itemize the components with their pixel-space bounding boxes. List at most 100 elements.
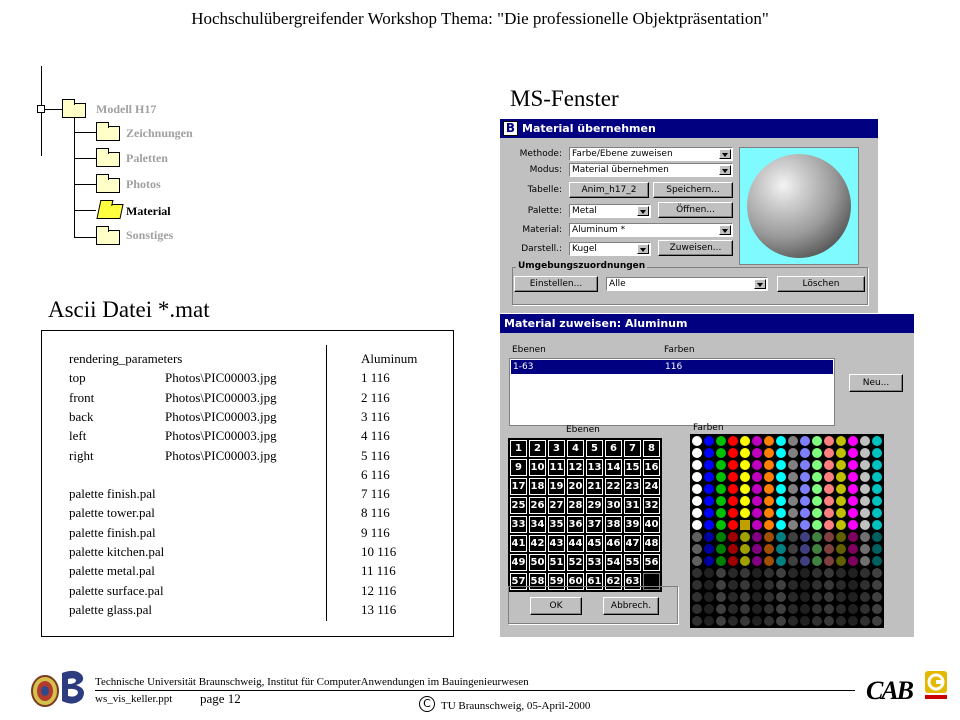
layer-cell[interactable]: 49 <box>510 554 527 571</box>
color-swatch[interactable] <box>704 520 714 530</box>
layer-cell[interactable]: 5 <box>586 440 603 457</box>
color-swatch[interactable] <box>704 460 714 470</box>
color-swatch[interactable] <box>848 520 858 530</box>
tree-expander[interactable] <box>37 105 45 113</box>
color-swatch[interactable] <box>752 484 762 494</box>
modus-dropdown[interactable]: Material übernehmen <box>569 163 733 177</box>
color-swatch[interactable] <box>716 460 726 470</box>
palette-dropdown[interactable]: Metal <box>569 204 651 218</box>
color-swatch[interactable] <box>860 460 870 470</box>
layer-cell[interactable]: 39 <box>624 516 641 533</box>
color-swatch[interactable] <box>752 616 762 626</box>
color-swatch[interactable] <box>800 556 810 566</box>
color-swatch[interactable] <box>812 472 822 482</box>
layer-cell[interactable]: 14 <box>605 459 622 476</box>
color-swatch[interactable] <box>860 556 870 566</box>
color-swatch[interactable] <box>752 568 762 578</box>
neu-button[interactable]: Neu... <box>849 374 903 392</box>
color-swatch[interactable] <box>740 472 750 482</box>
layer-cell[interactable]: 27 <box>548 497 565 514</box>
chevron-down-icon[interactable] <box>754 279 766 289</box>
color-swatch[interactable] <box>776 592 786 602</box>
layer-cell[interactable]: 28 <box>567 497 584 514</box>
color-swatch[interactable] <box>716 604 726 614</box>
color-swatch[interactable] <box>716 436 726 446</box>
layer-cell[interactable]: 43 <box>548 535 565 552</box>
color-swatch[interactable] <box>752 448 762 458</box>
color-swatch[interactable] <box>836 616 846 626</box>
layer-cell[interactable]: 13 <box>586 459 603 476</box>
color-swatch[interactable] <box>728 580 738 590</box>
abbrechen-button[interactable]: Abbrech. <box>603 597 659 615</box>
color-swatch[interactable] <box>716 556 726 566</box>
color-swatch[interactable] <box>872 472 882 482</box>
color-swatch[interactable] <box>824 532 834 542</box>
color-swatch[interactable] <box>812 568 822 578</box>
color-swatch[interactable] <box>848 568 858 578</box>
color-swatch[interactable] <box>788 484 798 494</box>
color-swatch[interactable] <box>848 448 858 458</box>
color-swatch[interactable] <box>848 580 858 590</box>
color-swatch[interactable] <box>728 544 738 554</box>
color-swatch[interactable] <box>800 460 810 470</box>
color-swatch[interactable] <box>824 544 834 554</box>
chevron-down-icon[interactable] <box>637 244 649 254</box>
color-swatch[interactable] <box>860 532 870 542</box>
color-swatch[interactable] <box>764 472 774 482</box>
layer-cell[interactable]: 51 <box>548 554 565 571</box>
color-swatch[interactable] <box>860 592 870 602</box>
color-swatch[interactable] <box>836 484 846 494</box>
color-swatch[interactable] <box>836 448 846 458</box>
color-swatch[interactable] <box>824 520 834 530</box>
color-swatch[interactable] <box>848 484 858 494</box>
color-swatch[interactable] <box>836 460 846 470</box>
color-swatch[interactable] <box>740 544 750 554</box>
color-swatch[interactable] <box>692 508 702 518</box>
color-swatch[interactable] <box>788 472 798 482</box>
color-swatch[interactable] <box>740 436 750 446</box>
color-swatch[interactable] <box>824 616 834 626</box>
layer-cell[interactable]: 48 <box>643 535 660 552</box>
layer-cell[interactable]: 47 <box>624 535 641 552</box>
layer-cell[interactable]: 9 <box>510 459 527 476</box>
color-swatch[interactable] <box>692 568 702 578</box>
color-swatch[interactable] <box>788 556 798 566</box>
color-swatch[interactable] <box>848 532 858 542</box>
color-swatch[interactable] <box>860 436 870 446</box>
layer-cell[interactable]: 38 <box>605 516 622 533</box>
color-swatch[interactable] <box>836 520 846 530</box>
color-swatch[interactable] <box>704 532 714 542</box>
color-swatch[interactable] <box>752 520 762 530</box>
color-swatch[interactable] <box>860 520 870 530</box>
color-swatch[interactable] <box>728 448 738 458</box>
color-swatch[interactable] <box>740 580 750 590</box>
color-swatch[interactable] <box>872 508 882 518</box>
color-swatch[interactable] <box>764 508 774 518</box>
color-swatch[interactable] <box>764 448 774 458</box>
color-swatch[interactable] <box>716 544 726 554</box>
color-swatch[interactable] <box>752 472 762 482</box>
material-dropdown[interactable]: Aluminum * <box>569 223 733 237</box>
color-swatch[interactable] <box>872 496 882 506</box>
color-swatch[interactable] <box>764 580 774 590</box>
color-swatch[interactable] <box>728 436 738 446</box>
color-swatch[interactable] <box>812 460 822 470</box>
tree-item-modell-h17[interactable]: Modell H17 <box>96 102 156 117</box>
color-swatch[interactable] <box>860 508 870 518</box>
color-swatch[interactable] <box>812 544 822 554</box>
color-swatch[interactable] <box>848 604 858 614</box>
chevron-down-icon[interactable] <box>637 206 649 216</box>
color-swatch[interactable] <box>860 448 870 458</box>
color-swatch[interactable] <box>872 544 882 554</box>
color-swatch[interactable] <box>836 592 846 602</box>
einstellen-button[interactable]: Einstellen... <box>514 276 598 292</box>
color-swatch[interactable] <box>716 568 726 578</box>
darstellung-dropdown[interactable]: Kugel <box>569 242 651 256</box>
color-swatch[interactable] <box>728 460 738 470</box>
color-swatch[interactable] <box>824 580 834 590</box>
color-swatch[interactable] <box>812 484 822 494</box>
color-swatch[interactable] <box>740 448 750 458</box>
color-swatch[interactable] <box>812 508 822 518</box>
layer-cell[interactable]: 45 <box>586 535 603 552</box>
color-swatch[interactable] <box>728 484 738 494</box>
